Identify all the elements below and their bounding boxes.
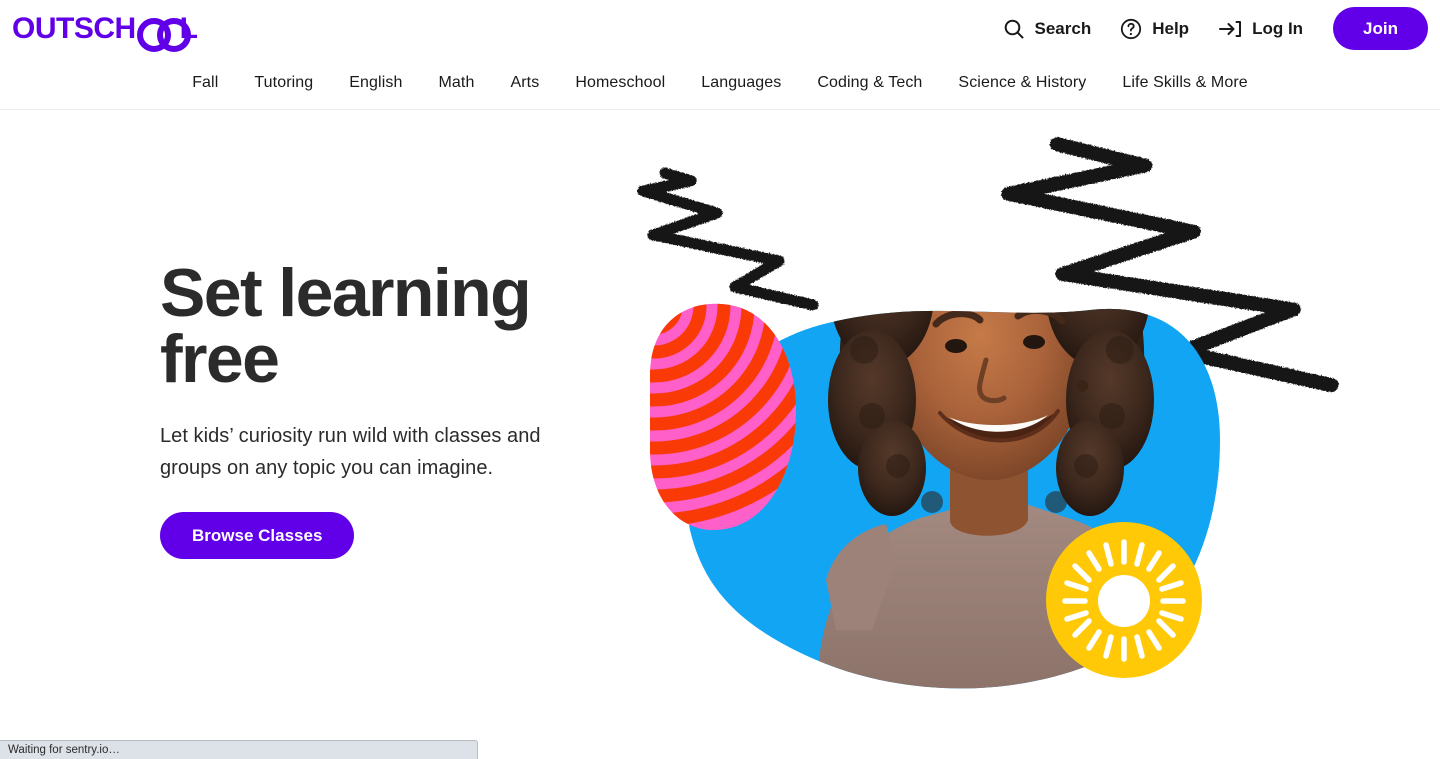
nav-item-homeschool[interactable]: Homeschool [557, 66, 683, 100]
hero-title: Set learning free [160, 259, 590, 393]
logo-text-part1: OUTSCH [12, 11, 136, 45]
search-label: Search [1034, 18, 1092, 38]
nav-item-arts[interactable]: Arts [492, 66, 557, 100]
hero-title-line2: free [160, 321, 280, 397]
login-button[interactable]: Log In [1203, 9, 1317, 49]
header-actions: Search Help Log In Join [988, 7, 1428, 50]
yellow-sunburst-badge [1046, 522, 1202, 678]
hero-section: Set learning free Let kids’ curiosity ru… [0, 110, 1440, 758]
outschool-logo[interactable]: OUTSCH L [12, 11, 198, 52]
status-bar-text: Waiting for sentry.io… [8, 744, 120, 756]
site-header: OUTSCH L Search Help Log In Join [0, 0, 1440, 57]
nav-item-life-skills-more[interactable]: Life Skills & More [1104, 66, 1265, 100]
search-icon [1002, 17, 1026, 41]
nav-item-science-history[interactable]: Science & History [940, 66, 1104, 100]
join-button[interactable]: Join [1333, 7, 1428, 50]
hero-subtitle: Let kids’ curiosity run wild with classe… [160, 425, 541, 479]
nav-item-languages[interactable]: Languages [683, 66, 799, 100]
help-button[interactable]: Help [1105, 9, 1203, 49]
hero-copy: Set learning free Let kids’ curiosity ru… [0, 110, 620, 758]
login-label: Log In [1252, 18, 1304, 38]
search-button[interactable]: Search [988, 9, 1106, 49]
help-circle-icon [1119, 17, 1143, 41]
browser-page: OUTSCH L Search Help Log In Join Fall Tu… [0, 0, 1440, 759]
help-label: Help [1152, 18, 1190, 38]
nav-item-fall[interactable]: Fall [174, 66, 236, 100]
scribble-left-icon [637, 167, 819, 311]
login-arrow-icon [1217, 17, 1243, 41]
browse-classes-button[interactable]: Browse Classes [160, 512, 355, 559]
nav-item-math[interactable]: Math [420, 66, 492, 100]
nav-item-tutoring[interactable]: Tutoring [236, 66, 331, 100]
nav-item-english[interactable]: English [331, 66, 420, 100]
hero-illustration [620, 110, 1440, 758]
nav-item-coding-tech[interactable]: Coding & Tech [799, 66, 940, 100]
hero-title-line1: Set learning [160, 255, 532, 331]
hero-art-svg [637, 137, 1339, 689]
browser-status-bar: Waiting for sentry.io… [0, 740, 478, 759]
category-navbar: Fall Tutoring English Math Arts Homescho… [0, 57, 1440, 110]
logo-infinity-icon [136, 17, 191, 52]
